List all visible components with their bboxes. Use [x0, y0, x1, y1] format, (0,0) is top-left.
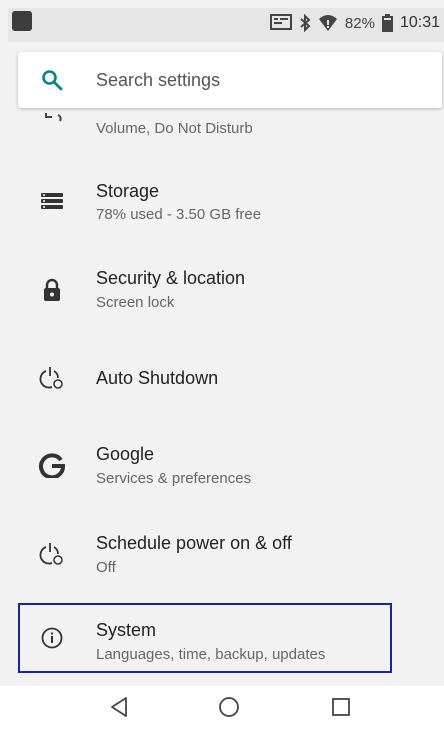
- cast-icon: [269, 14, 292, 32]
- item-subtitle: Services & preferences: [96, 470, 252, 487]
- item-title: Security & location: [96, 268, 246, 288]
- google-icon: [36, 449, 68, 481]
- settings-screen: 82% 10:31 Search settings Volume, Do Not…: [0, 0, 444, 729]
- search-bar[interactable]: Search settings: [18, 52, 442, 108]
- recents-icon[interactable]: [328, 694, 354, 720]
- back-icon[interactable]: [106, 694, 132, 720]
- settings-item-schedule-power[interactable]: Schedule power on & off Off: [0, 520, 444, 590]
- search-placeholder: Search settings: [96, 69, 221, 90]
- lock-icon: [36, 274, 68, 306]
- settings-item-sound[interactable]: Volume, Do Not Disturb: [0, 112, 444, 142]
- volume-icon: [42, 110, 66, 128]
- item-subtitle: Volume, Do Not Disturb: [96, 120, 253, 137]
- search-icon: [22, 69, 82, 91]
- power-clock-icon: [36, 362, 68, 394]
- notification-icon: [12, 11, 32, 31]
- settings-item-auto-shutdown[interactable]: Auto Shutdown: [0, 350, 444, 410]
- settings-item-google[interactable]: Google Services & preferences: [0, 432, 444, 502]
- storage-icon: [36, 185, 68, 217]
- item-subtitle: Screen lock: [96, 294, 175, 311]
- battery-icon: [381, 14, 393, 32]
- item-subtitle: 78% used - 3.50 GB free: [96, 206, 262, 223]
- item-title: Auto Shutdown: [96, 368, 219, 388]
- bluetooth-icon: [299, 14, 311, 32]
- item-title: Google: [96, 444, 155, 464]
- selection-highlight: [18, 603, 392, 673]
- status-icons: 82% 10:31: [269, 10, 440, 36]
- clock: 10:31: [399, 14, 440, 31]
- item-title: Schedule power on & off: [96, 533, 292, 553]
- item-subtitle: Off: [96, 559, 116, 576]
- status-bar: 82% 10:31: [8, 8, 444, 42]
- battery-percent: 82%: [344, 14, 375, 32]
- wifi-icon: [318, 14, 338, 32]
- settings-item-storage[interactable]: Storage 78% used - 3.50 GB free: [0, 168, 444, 238]
- settings-item-security[interactable]: Security & location Screen lock: [0, 254, 444, 324]
- navigation-bar: [0, 686, 444, 729]
- home-icon[interactable]: [216, 694, 242, 720]
- power-clock-icon: [36, 538, 68, 570]
- item-title: Storage: [96, 181, 160, 201]
